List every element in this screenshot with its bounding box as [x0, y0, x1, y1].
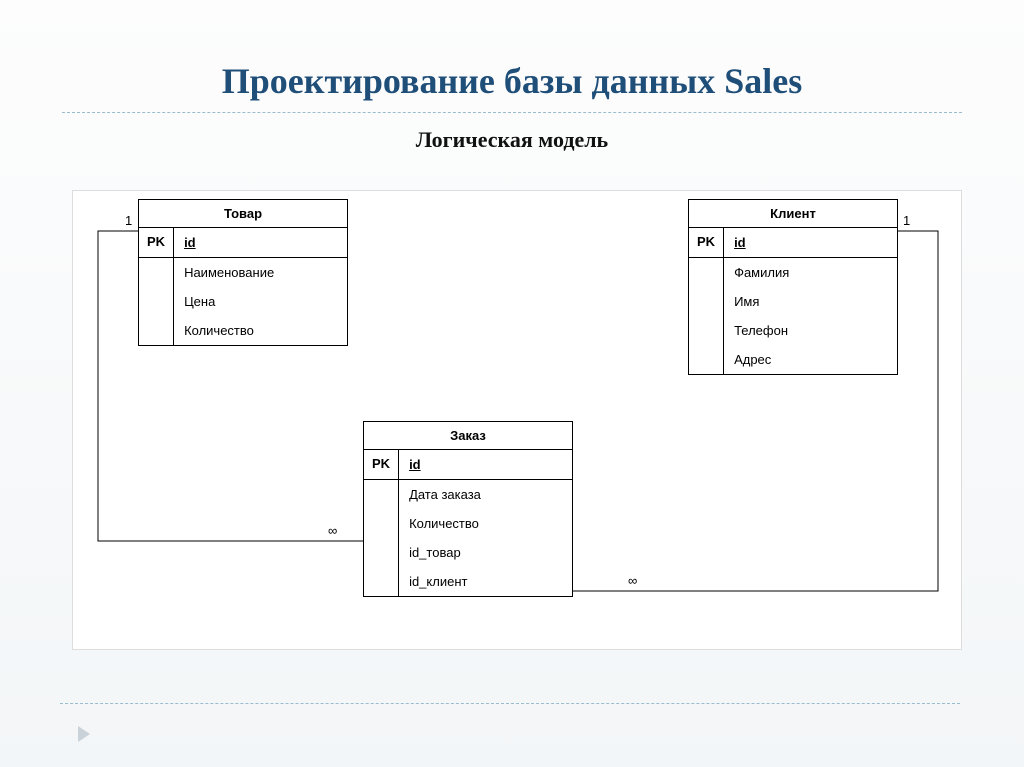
- footer-divider: [60, 703, 960, 704]
- cardinality-one-client: 1: [903, 213, 910, 228]
- attr-cell: Цена: [174, 287, 347, 316]
- pk-label: PK: [364, 450, 399, 480]
- attr-cell: Фамилия: [724, 258, 897, 288]
- attr-cell: id_товар: [399, 538, 572, 567]
- cardinality-many-product: ∞: [328, 523, 337, 538]
- page-title: Проектирование базы данных Sales: [0, 60, 1024, 102]
- entity-order-title: Заказ: [364, 422, 572, 450]
- table-row: Цена: [139, 287, 347, 316]
- attr-cell: Дата заказа: [399, 480, 572, 510]
- pk-field: id: [174, 228, 347, 258]
- pk-field: id: [399, 450, 572, 480]
- entity-product: Товар PK id Наименование Цена Количество: [138, 199, 348, 346]
- table-row: id_клиент: [364, 567, 572, 596]
- entity-product-table: PK id Наименование Цена Количество: [139, 228, 347, 345]
- entity-client: Клиент PK id Фамилия Имя Телефон Адрес: [688, 199, 898, 375]
- pk-field: id: [724, 228, 897, 258]
- table-row: Дата заказа: [364, 480, 572, 510]
- slide: Проектирование базы данных Sales Логичес…: [0, 0, 1024, 767]
- pk-label: PK: [689, 228, 724, 258]
- table-row: PK id: [139, 228, 347, 258]
- attr-cell: Наименование: [174, 258, 347, 288]
- cardinality-many-client: ∞: [628, 573, 637, 588]
- entity-client-table: PK id Фамилия Имя Телефон Адрес: [689, 228, 897, 374]
- table-row: Фамилия: [689, 258, 897, 288]
- attr-cell: id_клиент: [399, 567, 572, 596]
- attr-cell: Адрес: [724, 345, 897, 374]
- table-row: Адрес: [689, 345, 897, 374]
- title-divider: [62, 112, 962, 113]
- attr-cell: Телефон: [724, 316, 897, 345]
- entity-product-title: Товар: [139, 200, 347, 228]
- attr-cell: Имя: [724, 287, 897, 316]
- diagram-frame: 1 ∞ 1 ∞ Товар PK id Наименование Цена Ко…: [72, 190, 962, 650]
- cardinality-one-product: 1: [125, 213, 132, 228]
- table-row: Наименование: [139, 258, 347, 288]
- entity-client-title: Клиент: [689, 200, 897, 228]
- next-arrow-icon: [78, 726, 90, 742]
- subtitle: Логическая модель: [0, 127, 1024, 153]
- entity-order: Заказ PK id Дата заказа Количество id_то…: [363, 421, 573, 597]
- entity-order-table: PK id Дата заказа Количество id_товар id…: [364, 450, 572, 596]
- table-row: Телефон: [689, 316, 897, 345]
- table-row: Количество: [364, 509, 572, 538]
- table-row: Количество: [139, 316, 347, 345]
- table-row: PK id: [689, 228, 897, 258]
- pk-label: PK: [139, 228, 174, 258]
- attr-cell: Количество: [174, 316, 347, 345]
- table-row: id_товар: [364, 538, 572, 567]
- table-row: PK id: [364, 450, 572, 480]
- table-row: Имя: [689, 287, 897, 316]
- attr-cell: Количество: [399, 509, 572, 538]
